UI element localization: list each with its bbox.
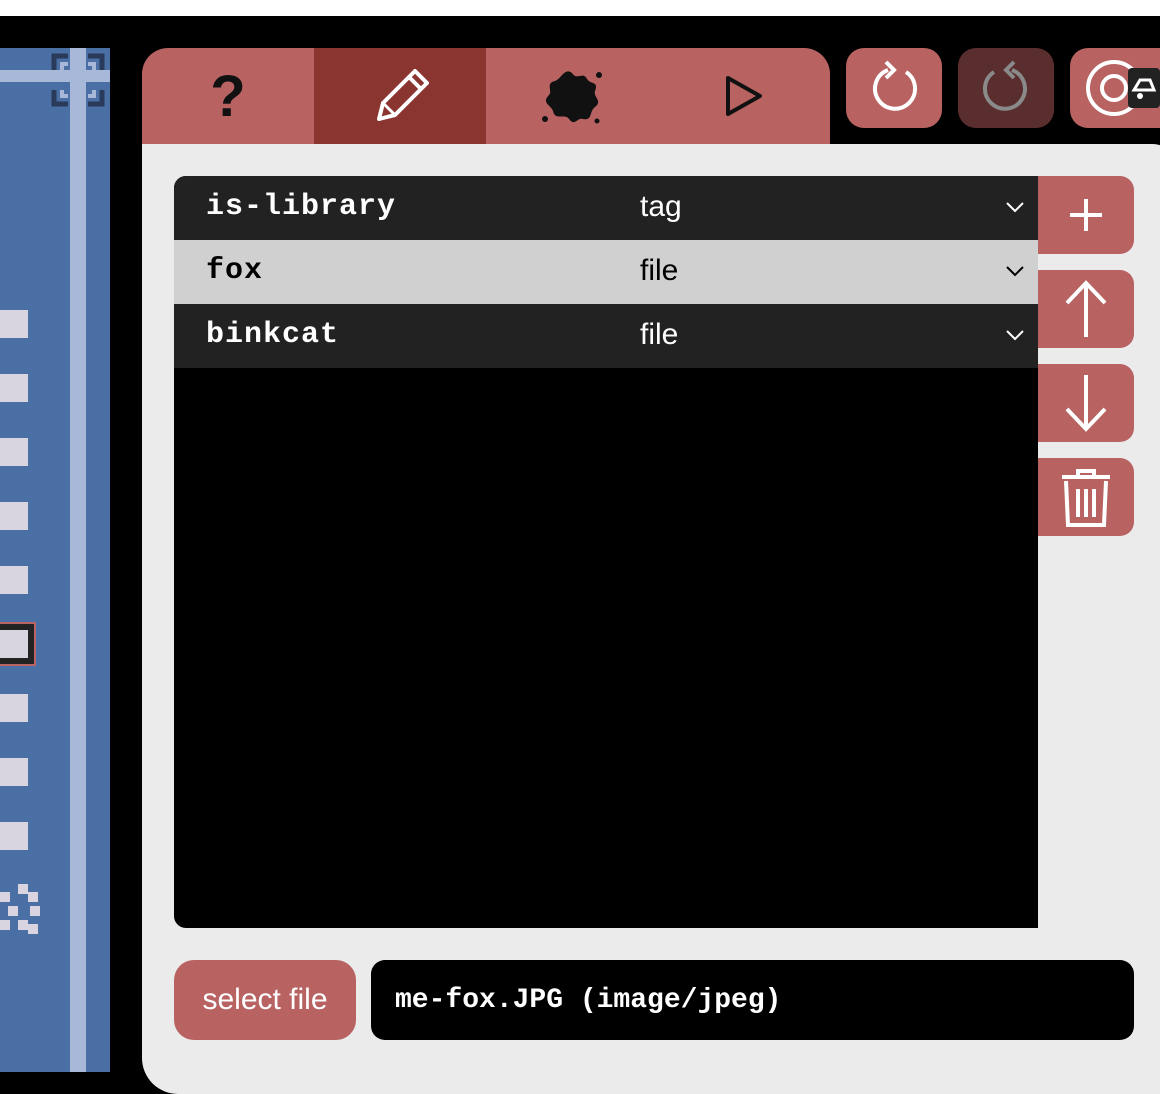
undo-button[interactable] [846, 48, 942, 128]
tab-paint[interactable] [486, 48, 658, 144]
tile-sidebar [0, 48, 110, 1072]
tile-column [0, 304, 46, 944]
tab-edit[interactable] [314, 48, 486, 144]
asset-type[interactable]: file [640, 318, 678, 352]
tile-slot[interactable] [0, 816, 34, 856]
file-name-field[interactable]: me-fox.JPG (image/jpeg) [371, 960, 1134, 1040]
asset-type[interactable]: tag [640, 190, 682, 224]
editor-tabs: ? [142, 48, 830, 144]
tile-slot[interactable] [0, 752, 34, 792]
asset-list: is-library tag fox file binkcat file [174, 176, 1038, 928]
tile-slot[interactable] [0, 432, 34, 472]
add-asset-button[interactable] [1038, 176, 1134, 254]
redo-button[interactable] [958, 48, 1054, 128]
sidebar-divider [70, 48, 86, 1072]
tile-slot[interactable] [0, 496, 34, 536]
tile-slot[interactable] [0, 368, 34, 408]
list-item[interactable]: binkcat file [174, 304, 1038, 368]
tile-slot[interactable] [0, 304, 34, 344]
list-item[interactable]: is-library tag [174, 176, 1038, 240]
redo-icon [983, 60, 1027, 111]
asset-name: binkcat [206, 318, 340, 352]
pencil-icon [377, 69, 429, 121]
asset-name: is-library [206, 190, 397, 224]
arrow-up-icon [1065, 280, 1107, 337]
file-name-value: me-fox.JPG (image/jpeg) [395, 984, 782, 1016]
help-icon: ? [210, 63, 246, 129]
asset-name: fox [206, 254, 264, 288]
asset-type[interactable]: file [640, 254, 678, 288]
undo-icon [873, 60, 917, 111]
select-file-button[interactable]: select file [174, 960, 356, 1040]
settings-button[interactable] [1070, 48, 1160, 128]
list-item-selected[interactable]: fox file [174, 240, 1038, 304]
move-up-button[interactable] [1038, 270, 1134, 348]
tab-help[interactable]: ? [142, 48, 314, 144]
delete-asset-button[interactable] [1038, 458, 1134, 536]
settings-icon [1086, 60, 1160, 116]
tile-slot[interactable] [0, 560, 34, 600]
fullscreen-icon[interactable] [50, 52, 106, 108]
tile-slot-selected[interactable] [0, 624, 34, 664]
move-down-button[interactable] [1038, 364, 1134, 442]
trash-icon [1062, 469, 1110, 527]
play-icon [726, 76, 762, 116]
chevron-down-icon[interactable] [1004, 324, 1026, 346]
chevron-down-icon[interactable] [1004, 260, 1026, 282]
top-strip [0, 0, 1160, 16]
pixel-glyph-icon [0, 884, 40, 934]
plus-icon [1070, 199, 1102, 231]
tab-play[interactable] [658, 48, 830, 144]
tile-slot[interactable] [0, 688, 34, 728]
arrow-down-icon [1065, 375, 1107, 432]
splat-icon [542, 71, 602, 124]
chevron-down-icon[interactable] [1004, 196, 1026, 218]
